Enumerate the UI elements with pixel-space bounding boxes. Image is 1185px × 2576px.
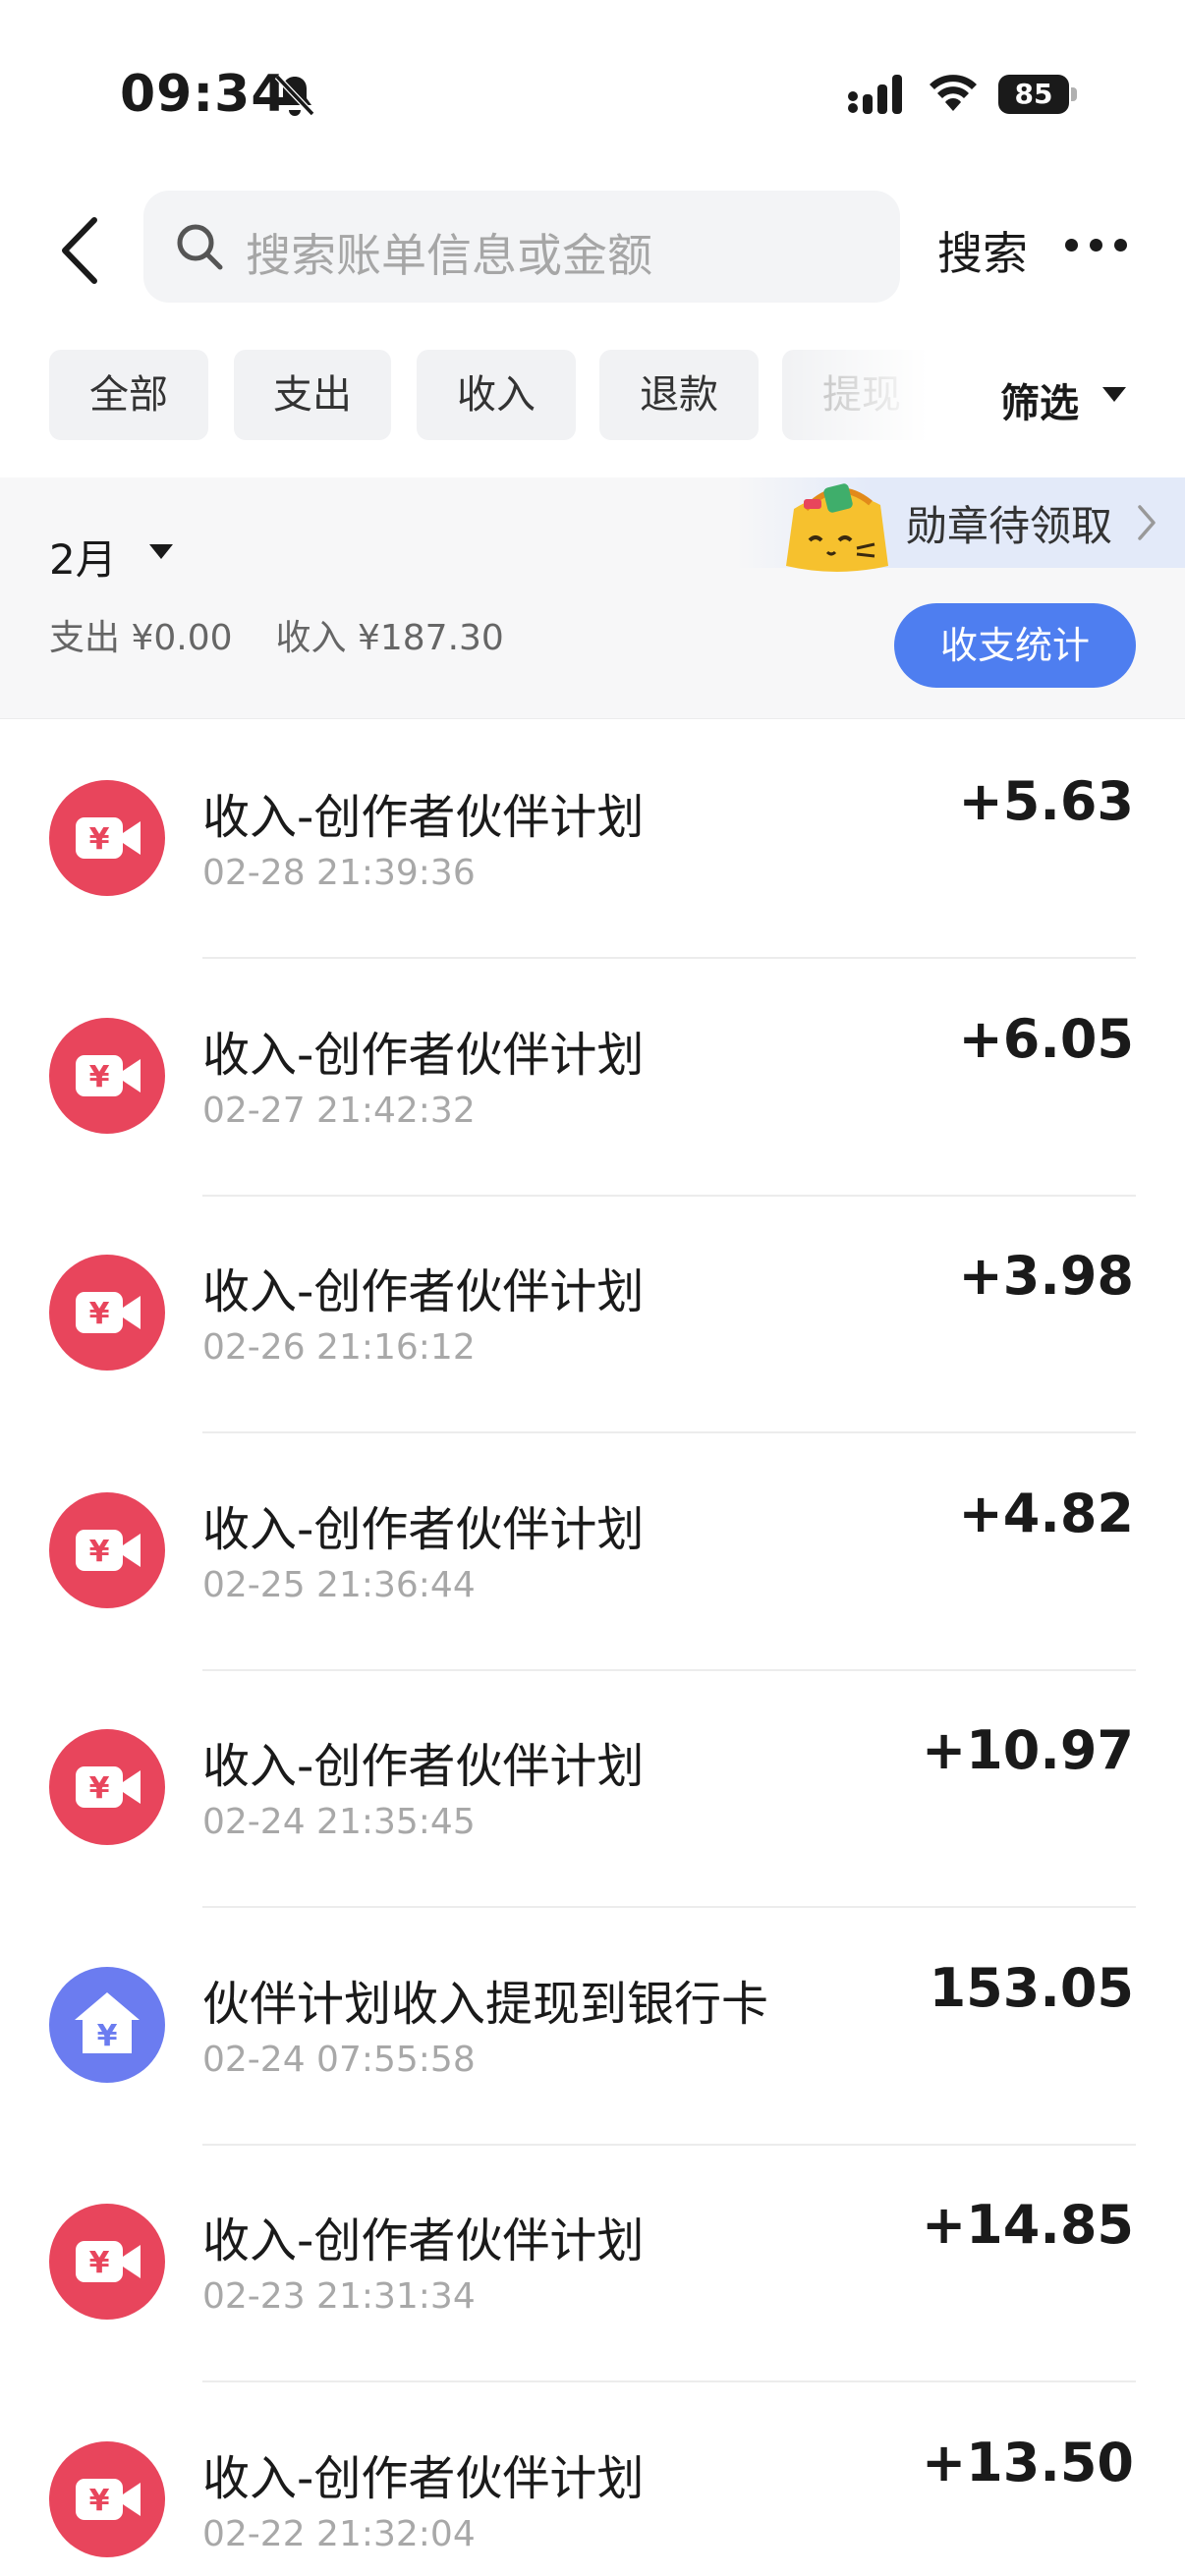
bell-muted-icon [274,74,315,117]
transaction-amount: +3.98 [958,1245,1134,1307]
svg-text:¥: ¥ [89,2246,110,2280]
transaction-title: 收入-创作者伙伴计划 [202,790,645,845]
transaction-title: 收入-创作者伙伴计划 [202,2451,645,2506]
tabs-fade-overlay [786,334,953,452]
status-time: 09:34 [120,65,288,124]
transaction-time: 02-25 21:36:44 [202,1565,476,1605]
search-button[interactable]: 搜索 [937,218,1028,283]
tab-expense[interactable]: 支出 [234,350,391,440]
month-caret-icon[interactable] [149,544,173,560]
chevron-right-icon[interactable] [1136,503,1157,542]
transaction-row[interactable]: ¥ 收入-创作者伙伴计划 02-27 21:42:32 +6.05 [0,959,1185,1197]
video-yuan-icon: ¥ [49,2204,165,2320]
filter-caret-icon[interactable] [1102,387,1126,403]
transaction-title: 收入-创作者伙伴计划 [202,1264,645,1319]
video-yuan-icon: ¥ [49,780,165,896]
transaction-time: 02-28 21:39:36 [202,853,476,893]
bank-withdraw-icon: ¥ [49,1967,165,2083]
transaction-time: 02-27 21:42:32 [202,1091,476,1131]
svg-text:¥: ¥ [89,1297,110,1331]
income-total: 收入 ¥187.30 [275,618,504,658]
wifi-icon [930,75,977,111]
video-yuan-icon: ¥ [49,1255,165,1371]
transaction-amount: 153.05 [929,1957,1134,2019]
transaction-time: 02-24 07:55:58 [202,2040,476,2080]
transaction-amount: +10.97 [921,1719,1134,1781]
svg-text:¥: ¥ [97,2019,118,2053]
video-yuan-icon: ¥ [49,2441,165,2557]
transaction-title: 伙伴计划收入提现到银行卡 [202,1977,769,2032]
search-placeholder: 搜索账单信息或金额 [246,229,652,282]
tab-all[interactable]: 全部 [49,350,208,440]
transaction-row[interactable]: ¥ 伙伴计划收入提现到银行卡 02-24 07:55:58 153.05 [0,1908,1185,2146]
more-options-icon[interactable] [1065,236,1128,255]
month-selector[interactable]: 2月 [49,527,117,587]
transaction-title: 收入-创作者伙伴计划 [202,1028,645,1083]
transaction-row[interactable]: ¥ 收入-创作者伙伴计划 02-23 21:31:34 +14.85 [0,2145,1185,2382]
video-yuan-icon: ¥ [49,1492,165,1608]
filter-button[interactable]: 筛选 [1000,371,1079,428]
badge-claim-label[interactable]: 勋章待领取 [906,493,1112,553]
transaction-row[interactable]: ¥ 收入-创作者伙伴计划 02-28 21:39:36 +5.63 [0,721,1185,959]
tab-refund[interactable]: 退款 [599,350,759,440]
stats-button[interactable]: 收支统计 [894,603,1136,688]
video-yuan-icon: ¥ [49,1729,165,1845]
month-totals: 支出 ¥0.00 收入 ¥187.30 [49,609,547,660]
transaction-amount: +6.05 [958,1008,1134,1070]
expense-total: 支出 ¥0.00 [49,618,233,658]
svg-text:¥: ¥ [89,1771,110,1806]
svg-text:¥: ¥ [89,1535,110,1569]
search-icon [177,224,223,270]
transaction-amount: +13.50 [921,2432,1134,2493]
transaction-amount: +14.85 [921,2194,1134,2256]
svg-text:¥: ¥ [89,822,110,857]
transaction-row[interactable]: ¥ 收入-创作者伙伴计划 02-22 21:32:04 +13.50 [0,2382,1185,2576]
transaction-row[interactable]: ¥ 收入-创作者伙伴计划 02-26 21:16:12 +3.98 [0,1196,1185,1433]
transaction-time: 02-22 21:32:04 [202,2514,476,2554]
status-bar: 09:34 85 [0,0,1185,187]
transaction-time: 02-23 21:31:34 [202,2276,476,2317]
cellular-signal-icon [848,75,902,114]
transaction-amount: +5.63 [958,770,1134,832]
transaction-row[interactable]: ¥ 收入-创作者伙伴计划 02-25 21:36:44 +4.82 [0,1433,1185,1671]
search-input[interactable]: 搜索账单信息或金额 [143,191,900,303]
transaction-title: 收入-创作者伙伴计划 [202,1502,645,1557]
transaction-title: 收入-创作者伙伴计划 [202,2213,645,2268]
video-yuan-icon: ¥ [49,1018,165,1134]
battery-icon: 85 [998,75,1077,114]
transaction-time: 02-26 21:16:12 [202,1327,476,1368]
transaction-amount: +4.82 [958,1483,1134,1544]
cat-bag-mascot-icon[interactable] [776,476,898,576]
battery-level: 85 [998,75,1069,114]
svg-text:¥: ¥ [89,1060,110,1094]
transaction-time: 02-24 21:35:45 [202,1802,476,1842]
back-arrow-icon[interactable] [55,214,104,287]
svg-text:¥: ¥ [89,2484,110,2518]
transaction-row[interactable]: ¥ 收入-创作者伙伴计划 02-24 21:35:45 +10.97 [0,1670,1185,1908]
tab-income[interactable]: 收入 [417,350,576,440]
transaction-title: 收入-创作者伙伴计划 [202,1739,645,1794]
month-summary: 勋章待领取 2月 支出 ¥0.00 收入 ¥187.30 收支统计 [0,477,1185,719]
